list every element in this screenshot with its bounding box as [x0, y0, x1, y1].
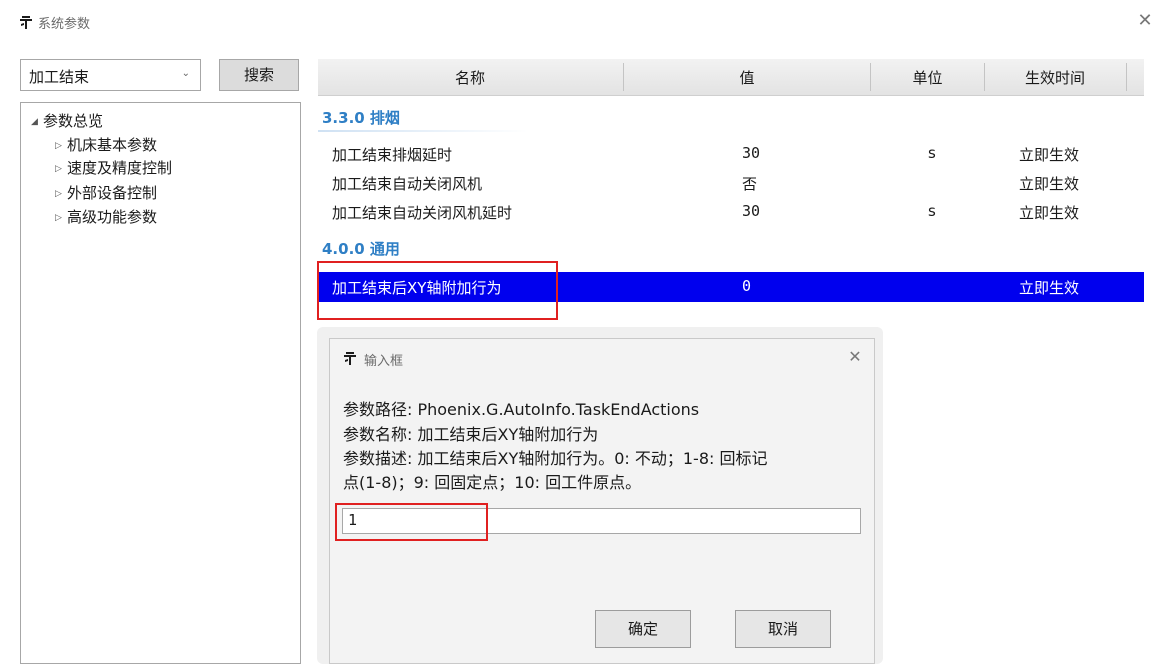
param-name-text: 参数名称: 加工结束后XY轴附加行为 [343, 425, 599, 444]
column-header-unit[interactable]: 单位 [871, 67, 984, 88]
window-titlebar: 系统参数 ✕ [0, 0, 1161, 44]
section-divider [318, 130, 528, 132]
collapsed-triangle-icon: ▷ [55, 189, 62, 199]
ok-button[interactable]: 确定 [595, 610, 691, 648]
collapsed-triangle-icon: ▷ [55, 213, 62, 223]
cell-name: 加工结束排烟延时 [332, 146, 453, 164]
cell-value: 否 [742, 175, 758, 193]
param-desc-text-cont: 点(1-8)；9: 回固定点；10: 回工件原点。 [343, 473, 642, 492]
tree-item-root[interactable]: ◢ 参数总览 [31, 110, 103, 131]
chevron-down-icon: ⌄ [181, 68, 190, 79]
dialog-title: 输入框 [364, 354, 404, 369]
app-logo-icon [344, 352, 356, 365]
cell-effect-time: 立即生效 [1019, 146, 1080, 164]
cell-effect-time: 立即生效 [1019, 175, 1080, 193]
cancel-button[interactable]: 取消 [735, 610, 831, 648]
cell-effect-time: 立即生效 [1019, 204, 1080, 222]
tree-item-label: 速度及精度控制 [67, 159, 173, 177]
tree-item-speed-precision[interactable]: ▷ 速度及精度控制 [55, 157, 172, 178]
table-row[interactable]: 加工结束自动关闭风机延时 30 s 立即生效 [318, 199, 1144, 224]
highlight-box [335, 503, 488, 541]
cell-name: 加工结束自动关闭风机 [332, 175, 483, 193]
table-row[interactable]: 加工结束排烟延时 30 s 立即生效 [318, 141, 1144, 166]
column-divider[interactable] [1126, 63, 1127, 91]
window-title: 系统参数 [38, 17, 91, 32]
window-close-button[interactable]: ✕ [1134, 10, 1156, 32]
column-header-effect-time[interactable]: 生效时间 [985, 67, 1125, 88]
tree-item-external-device[interactable]: ▷ 外部设备控制 [55, 182, 157, 203]
input-dialog: 输入框 ✕ 参数路径: Phoenix.G.AutoInfo.TaskEndAc… [329, 338, 875, 664]
app-logo-icon [20, 16, 32, 29]
cell-value: 0 [742, 277, 752, 295]
cell-name: 加工结束自动关闭风机延时 [332, 204, 513, 222]
section-title-smoke: 3.3.0 排烟 [322, 109, 400, 127]
search-button[interactable]: 搜索 [219, 59, 299, 91]
tree-item-machine-basic[interactable]: ▷ 机床基本参数 [55, 134, 157, 155]
highlight-box [317, 261, 558, 320]
cell-value: 30 [742, 144, 761, 162]
dialog-close-button[interactable]: ✕ [844, 346, 866, 368]
parameter-tree: ◢ 参数总览 ▷ 机床基本参数 ▷ 速度及精度控制 ▷ 外部设备控制 ▷ 高级功能参数 [20, 102, 301, 664]
cell-effect-time: 立即生效 [1019, 279, 1080, 297]
close-icon: ✕ [1137, 10, 1153, 31]
search-dropdown-value: 加工结束 [29, 68, 90, 86]
tree-item-label: 参数总览 [43, 112, 104, 130]
param-desc-text: 参数描述: 加工结束后XY轴附加行为。0: 不动；1-8: 回标记 [343, 449, 768, 468]
tree-item-label: 高级功能参数 [67, 208, 158, 226]
column-header-value[interactable]: 值 [624, 67, 870, 88]
tree-item-advanced[interactable]: ▷ 高级功能参数 [55, 206, 157, 227]
column-header-name[interactable]: 名称 [318, 67, 622, 88]
expanded-triangle-icon: ◢ [31, 117, 38, 127]
collapsed-triangle-icon: ▷ [55, 164, 62, 174]
collapsed-triangle-icon: ▷ [55, 141, 62, 151]
table-row[interactable]: 加工结束自动关闭风机 否 立即生效 [318, 170, 1144, 195]
cell-unit: s [928, 202, 936, 220]
tree-item-label: 机床基本参数 [67, 136, 158, 154]
table-header: 名称 值 单位 生效时间 [318, 59, 1144, 96]
cell-value: 30 [742, 202, 761, 220]
search-dropdown[interactable]: 加工结束 ⌄ [20, 59, 201, 91]
close-icon: ✕ [848, 347, 862, 366]
tree-item-label: 外部设备控制 [67, 184, 158, 202]
cell-unit: s [928, 144, 936, 162]
section-title-general: 4.0.0 通用 [322, 240, 400, 258]
param-path-text: 参数路径: Phoenix.G.AutoInfo.TaskEndActions [343, 400, 700, 419]
